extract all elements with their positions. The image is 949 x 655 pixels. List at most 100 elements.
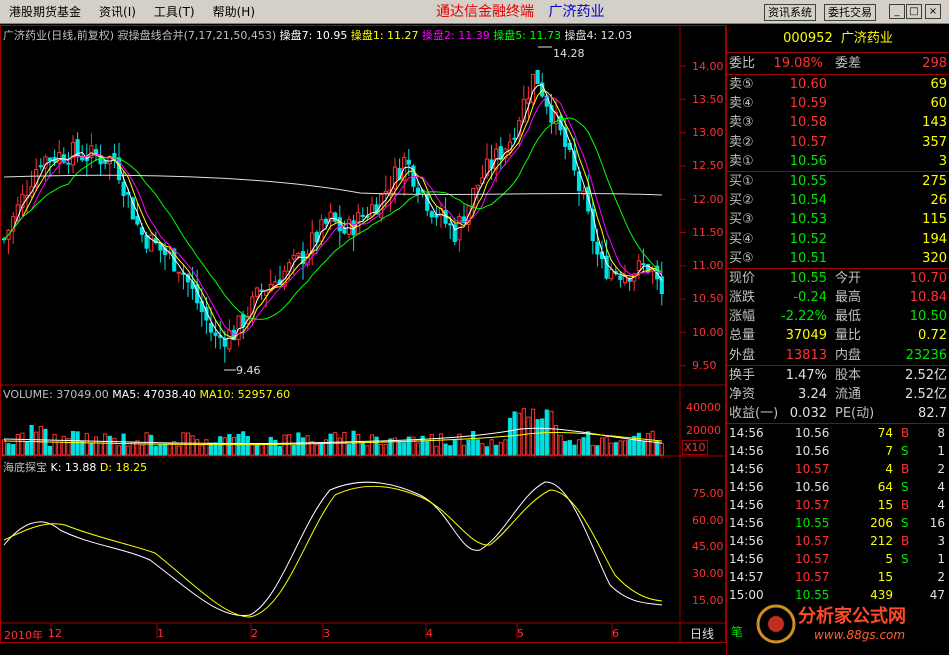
volume-bar xyxy=(645,433,651,456)
volume-bar xyxy=(425,441,430,456)
menu-info[interactable]: 资讯(I) xyxy=(90,0,145,24)
volume-bar xyxy=(576,439,582,456)
volume-bar xyxy=(461,444,467,456)
tick-row[interactable]: 14:56 10.57 212 B 3 xyxy=(727,532,949,550)
bid-price: 10.52 xyxy=(789,231,827,247)
ask-row-1[interactable]: 卖① 10.56 3 xyxy=(727,152,949,171)
weibi-row: 委比 19.08% 委差 298 xyxy=(727,53,949,75)
tick-price: 10.57 xyxy=(795,552,830,567)
volume-bar xyxy=(20,432,25,456)
tick-list[interactable]: 14:56 10.56 74 B 8 14:56 10.56 7 S 1 14:56 10.57 4 B 2… xyxy=(727,424,949,604)
tick-row[interactable]: 14:57 10.57 15 2 xyxy=(727,568,949,586)
tick-count: 16 xyxy=(929,516,945,531)
menu-tools[interactable]: 工具(T) xyxy=(145,0,204,24)
candle-body xyxy=(70,141,76,166)
stat-label: 今开 xyxy=(835,270,862,286)
trade-button[interactable]: 委托交易 xyxy=(824,4,876,21)
tick-row[interactable]: 14:56 10.57 15 B 4 xyxy=(727,496,949,514)
kd-d-line xyxy=(3,485,663,618)
tick-time: 14:56 xyxy=(729,444,764,459)
volume-bar xyxy=(314,444,319,456)
tick-row[interactable]: 14:56 10.56 74 B 8 xyxy=(727,424,949,442)
price-tick: 13.00 xyxy=(692,126,724,139)
bid-volume: 115 xyxy=(922,212,947,228)
volume-bar xyxy=(512,411,517,456)
tick-volume: 64 xyxy=(877,480,893,495)
ask-row-3[interactable]: 卖③ 10.58 143 xyxy=(727,113,949,132)
main-caption-prefix: 广济药业(日线,前复权) 寂操盘线合并(7,17,21,50,453) xyxy=(3,29,277,42)
stock-code: 000952 xyxy=(783,31,833,46)
bid-row-5[interactable]: 买⑤ 10.51 320 xyxy=(727,249,949,268)
tick-tab[interactable]: 笔 xyxy=(731,623,743,640)
info-value: 2.52亿 xyxy=(905,367,947,383)
menu-hk-futures[interactable]: 港股期货基金 xyxy=(0,0,90,24)
volume-bar xyxy=(517,412,522,456)
volume-ma5: MA5: 47038.40 xyxy=(112,388,196,401)
volume-bar xyxy=(218,436,223,456)
info-row: 净资 3.24 流通 2.52亿 xyxy=(727,385,949,404)
ask-row-5[interactable]: 卖⑤ 10.60 69 xyxy=(727,75,949,94)
tick-row[interactable]: 14:56 10.57 5 S 1 xyxy=(727,550,949,568)
tick-row[interactable]: 14:56 10.56 7 S 1 xyxy=(727,442,949,460)
candle-body xyxy=(176,271,181,274)
volume-bar xyxy=(655,440,660,456)
stat-value: -2.22% xyxy=(781,309,827,325)
candle-body xyxy=(448,223,453,226)
bid-row-1[interactable]: 买① 10.55 275 xyxy=(727,172,949,191)
ask-row-2[interactable]: 卖② 10.57 357 xyxy=(727,133,949,152)
tick-volume: 212 xyxy=(870,534,893,549)
volume-bar xyxy=(176,445,181,456)
tick-side: S xyxy=(901,444,909,459)
volume-bar xyxy=(586,431,591,456)
bid-row-2[interactable]: 买② 10.54 26 xyxy=(727,191,949,210)
ma-legend-2: 操盘2: 11.39 xyxy=(422,29,490,42)
tick-row[interactable]: 14:56 10.57 4 B 2 xyxy=(727,460,949,478)
volume-bar xyxy=(52,433,57,456)
maximize-button[interactable]: □ xyxy=(906,4,922,19)
volume-caption: VOLUME: 37049.00 MA5: 47038.40 MA10: 529… xyxy=(3,388,290,401)
candle-body xyxy=(346,219,352,235)
minimize-button[interactable]: _ xyxy=(889,4,905,19)
stat-value: 13813 xyxy=(785,347,827,363)
ask-price: 10.60 xyxy=(789,77,827,92)
volume-bar xyxy=(346,444,352,456)
bid-label: 买② xyxy=(729,193,754,209)
weicha-value: 298 xyxy=(922,56,947,71)
weibi-label: 委比 xyxy=(729,56,756,71)
kd-title: 海底探宝 xyxy=(3,461,47,474)
volume-bar xyxy=(93,436,99,456)
menu-help[interactable]: 帮助(H) xyxy=(204,0,264,24)
ask-label: 卖⑤ xyxy=(729,77,754,92)
bid-label: 买⑤ xyxy=(729,250,754,266)
volume-bar xyxy=(282,434,287,456)
volume-bar xyxy=(383,443,388,456)
ask-label: 卖② xyxy=(729,134,754,150)
volume-bar xyxy=(342,431,347,456)
volume-bar xyxy=(530,408,536,456)
ask-volume: 357 xyxy=(922,134,947,150)
volume-bar xyxy=(475,439,480,456)
volume-bar xyxy=(595,445,600,456)
ask-price: 10.57 xyxy=(789,134,827,150)
app-title: 通达信金融终端 xyxy=(436,4,534,20)
bid-volume: 194 xyxy=(922,231,947,247)
tick-row[interactable]: 14:56 10.55 206 S 16 xyxy=(727,514,949,532)
tick-row[interactable]: 14:56 10.56 64 S 4 xyxy=(727,478,949,496)
chart-canvas[interactable] xyxy=(0,25,726,643)
bid-volume: 320 xyxy=(922,250,947,266)
volume-bar xyxy=(245,436,250,456)
volume-tick: 40000 xyxy=(686,401,721,414)
x-axis-year: 2010年 xyxy=(4,629,43,642)
tick-volume: 4 xyxy=(885,462,893,477)
bid-row-4[interactable]: 买④ 10.52 194 xyxy=(727,230,949,249)
chart-area[interactable]: 广济药业(日线,前复权) 寂操盘线合并(7,17,21,50,453) 操盘7:… xyxy=(0,25,726,643)
tick-volume: 5 xyxy=(885,552,893,567)
bid-row-3[interactable]: 买③ 10.53 115 xyxy=(727,210,949,229)
watermark-logo: 分析家公式网 www.88gs.com xyxy=(748,596,948,652)
ask-row-4[interactable]: 卖④ 10.59 60 xyxy=(727,94,949,113)
volume-bar xyxy=(379,444,384,456)
close-button[interactable]: × xyxy=(925,4,941,19)
period-tab-daily[interactable]: 日线 xyxy=(690,625,714,642)
info-system-button[interactable]: 资讯系统 xyxy=(764,4,816,21)
stock-name: 广济药业 xyxy=(840,31,893,46)
